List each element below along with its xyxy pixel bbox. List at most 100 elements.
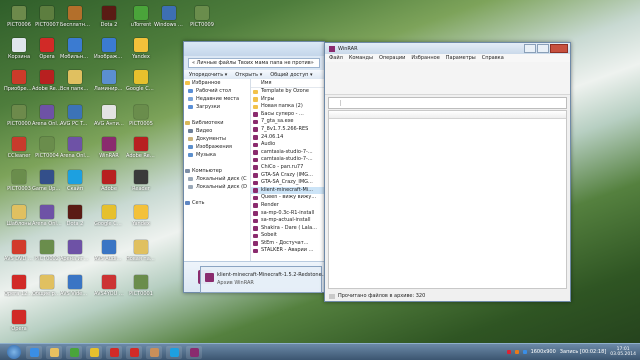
explorer-window[interactable]: « Личные файлы Твоих мама папа не против…	[183, 41, 325, 293]
file-row[interactable]: Audio	[251, 141, 324, 149]
menu-item[interactable]: Справка	[482, 55, 504, 61]
nav-item[interactable]: Библиотеки	[184, 119, 250, 127]
taskbar-button[interactable]	[66, 345, 82, 359]
menu-item[interactable]: Избранное	[411, 55, 439, 61]
desktop-icon[interactable]: PICT0005	[126, 105, 156, 127]
nav-item[interactable]: Компьютер	[184, 167, 250, 175]
file-row[interactable]: Queen - вижу вижу...	[251, 194, 324, 202]
desktop-icon[interactable]: Reader	[126, 170, 156, 192]
desktop-icon[interactable]: PICT0004	[32, 137, 62, 159]
desktop-icon[interactable]: Бесплатные ответы на тесты	[60, 6, 90, 28]
taskbar-button[interactable]	[26, 345, 42, 359]
desktop-icon[interactable]: Arena Online	[60, 137, 90, 159]
desktop-icon[interactable]: Мобильные игры и Яндекс	[60, 38, 90, 60]
desktop-icon[interactable]: Opera	[4, 310, 34, 332]
desktop-icon[interactable]: Приобрет. программы	[4, 70, 34, 92]
desktop-icon[interactable]: Корзина	[4, 38, 34, 60]
desktop-icon[interactable]: AVG PC TuneUp	[60, 105, 90, 127]
winrar-column-header[interactable]	[329, 111, 566, 119]
winrar-path-bar[interactable]	[328, 97, 567, 109]
desktop-icon[interactable]: PICT0000	[4, 105, 34, 127]
desktop-icon[interactable]: Adobe Reader	[32, 70, 62, 92]
desktop-icon[interactable]: AVG Антивирус	[94, 105, 124, 127]
explorer-titlebar[interactable]	[184, 42, 324, 56]
desktop-icon[interactable]: Game Update	[32, 170, 62, 192]
menu-item[interactable]: Операции	[379, 55, 405, 61]
nav-item[interactable]: Недавние места	[184, 95, 250, 103]
desktop-icon[interactable]: PICT0001	[126, 275, 156, 297]
file-row[interactable]: camtasia-studio-7-...	[251, 149, 324, 157]
taskbar-button[interactable]	[106, 345, 122, 359]
desktop-icon[interactable]: Adobe Reader	[126, 137, 156, 159]
nav-item[interactable]: Видео	[184, 127, 250, 135]
file-row[interactable]: GTA-SA Crazy (IMG...	[251, 172, 324, 180]
winrar-file-list[interactable]	[328, 110, 567, 289]
file-row[interactable]: Sobeit	[251, 232, 324, 240]
tray-icon[interactable]	[514, 350, 519, 354]
winrar-titlebar[interactable]: WinRAR	[325, 43, 570, 54]
desktop-icon[interactable]: PICT0002	[32, 240, 62, 262]
taskbar-button[interactable]	[146, 345, 162, 359]
minimize-button[interactable]	[524, 44, 536, 53]
name-column-header[interactable]: Имя	[251, 79, 324, 88]
desktop-icon[interactable]: Шаблоны	[4, 205, 34, 227]
desktop-icon[interactable]: Вся папка Ярлык	[60, 70, 90, 92]
nav-item[interactable]: Локальный диск (C	[184, 175, 250, 183]
start-button[interactable]	[7, 345, 21, 359]
nav-item[interactable]: Локальный диск (D	[184, 183, 250, 191]
taskbar-button[interactable]	[166, 345, 182, 359]
desktop-icon[interactable]: PICT0006	[4, 6, 34, 28]
desktop-icon[interactable]: PICT0003	[4, 170, 34, 192]
desktop-icon[interactable]: Yandex	[126, 38, 156, 60]
desktop-icon[interactable]: Arena Online	[32, 205, 62, 227]
maximize-button[interactable]	[537, 44, 549, 53]
menu-item[interactable]: Параметры	[446, 55, 476, 61]
desktop-icon[interactable]: Новая папка	[126, 240, 156, 262]
file-row[interactable]: 24.06.14	[251, 134, 324, 142]
desktop-icon[interactable]: Общие ресурсы	[32, 275, 62, 297]
close-button[interactable]	[550, 44, 568, 53]
desktop-icon[interactable]: PICT0007	[32, 6, 62, 28]
desktop-icon[interactable]: Google Chrome	[126, 70, 156, 92]
file-row[interactable]: Render	[251, 202, 324, 210]
file-row[interactable]: Template by Ozone	[251, 88, 324, 96]
file-row[interactable]: Shakira - Dare ( Lala...	[251, 225, 324, 233]
taskbar-button[interactable]	[186, 345, 202, 359]
menu-item[interactable]: Команды	[349, 55, 373, 61]
desktop-icon[interactable]: Арена игры	[60, 240, 90, 262]
desktop-icon[interactable]: Скайп	[60, 170, 90, 192]
open-button[interactable]: Открыть ▾	[235, 72, 262, 78]
desktop-icon[interactable]: Ламинированная серия	[94, 70, 124, 92]
organize-button[interactable]: Упорядочить ▾	[189, 72, 227, 78]
desktop-icon[interactable]: WinRAR	[94, 137, 124, 159]
file-row[interactable]: STALKER - Аварии ...	[251, 247, 324, 255]
share-button[interactable]: Общий доступ ▾	[270, 72, 312, 78]
nav-item[interactable]: Рабочий стол	[184, 87, 250, 95]
desktop-icon[interactable]: Yandex	[126, 205, 156, 227]
nav-item[interactable]: Избранное	[184, 79, 250, 87]
desktop-icon[interactable]: Opera	[32, 38, 62, 60]
taskbar-button[interactable]	[126, 345, 142, 359]
clock[interactable]: 17:01 03.05.2014	[610, 347, 636, 357]
desktop-icon[interactable]: Google Chrome	[94, 205, 124, 227]
desktop-icon[interactable]: uTorrent	[126, 6, 156, 28]
file-row[interactable]: ChiCo - рап.ru77	[251, 164, 324, 172]
explorer-address-bar[interactable]: « Личные файлы Твоих мама папа не против…	[188, 58, 320, 68]
nav-item[interactable]: Документы	[184, 135, 250, 143]
desktop-icon[interactable]: AVS4YOU Software	[94, 275, 124, 297]
file-row[interactable]: klient-minecraft-Mi...	[251, 186, 324, 195]
file-row[interactable]: Игры	[251, 96, 324, 104]
taskbar-button[interactable]	[86, 345, 102, 359]
file-row[interactable]: sa-mp-0.3c-R1-install	[251, 210, 324, 218]
file-row[interactable]: sa-mp-actual-install	[251, 217, 324, 225]
desktop-icon[interactable]: AVS DVD Player	[4, 240, 34, 262]
desktop-icon[interactable]: Opera 12.16	[4, 275, 34, 297]
taskbar-button[interactable]	[46, 345, 62, 359]
up-folder-icon[interactable]	[332, 100, 341, 106]
desktop-icon[interactable]: Arena Online	[32, 105, 62, 127]
desktop-icon[interactable]: AVS Video Converter	[60, 275, 90, 297]
desktop-icon[interactable]: Dota 2	[94, 6, 124, 28]
tray-icon[interactable]	[506, 350, 511, 354]
desktop-icon[interactable]: Adobe	[94, 170, 124, 192]
file-row[interactable]: GTA-SA_Crazy_IMG...	[251, 179, 324, 187]
